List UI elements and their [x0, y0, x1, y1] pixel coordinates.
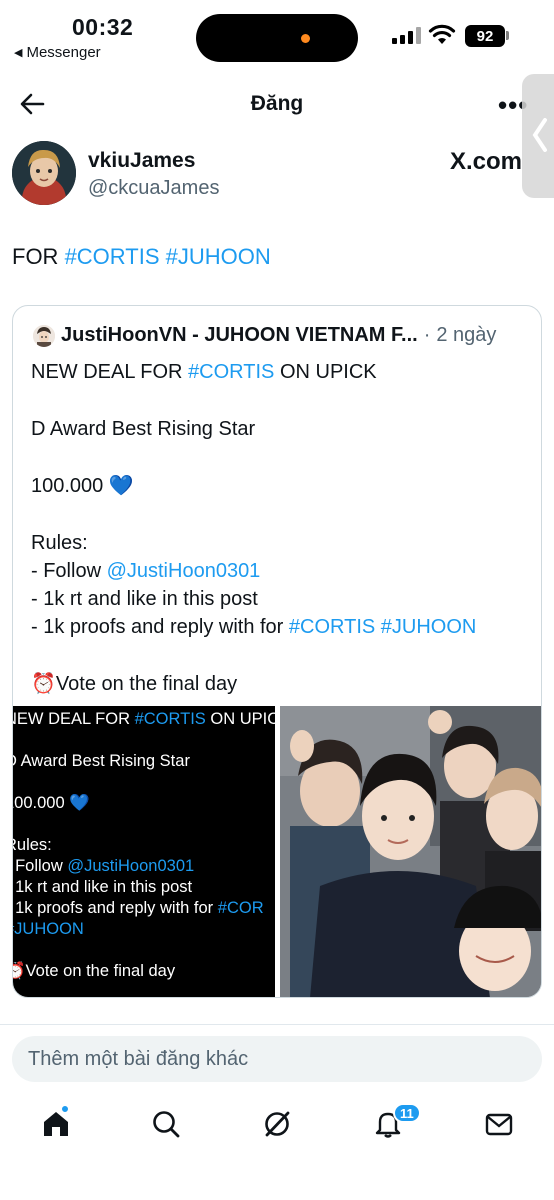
dynamic-island [196, 14, 358, 62]
messages-envelope-icon[interactable] [483, 1108, 515, 1140]
quoted-media-screenshot[interactable]: NEW DEAL FOR #CORTIS ON UPIC D Award Bes… [13, 706, 275, 997]
search-icon[interactable] [150, 1108, 182, 1140]
quoted-mention[interactable]: @JustiHoon0301 [107, 560, 261, 582]
home-icon[interactable] [40, 1108, 72, 1140]
quoted-separator: · [423, 324, 431, 346]
quoted-author-avatar [33, 324, 55, 347]
bottom-tab-bar [0, 1098, 554, 1158]
hashtag-cortis[interactable]: #CORTIS [65, 244, 160, 269]
notifications-badge: 11 [393, 1103, 421, 1123]
privacy-indicator-dot [301, 34, 310, 43]
battery-indicator: 92 [465, 25, 505, 47]
tweet-text-prefix: FOR [12, 244, 65, 269]
home-unread-dot [61, 1105, 69, 1113]
quoted-line-rules: Rules: [31, 532, 88, 554]
back-app-label: Messenger [26, 44, 101, 61]
add-post-box[interactable] [12, 1036, 542, 1082]
battery-level: 92 [476, 27, 494, 45]
bottom-divider [0, 1024, 554, 1025]
back-triangle-icon: ◀ [14, 47, 23, 59]
quoted-post-header: JustiHoonVN - JUHOON VIETNAM F... · 2 ng… [33, 324, 533, 347]
wifi-icon [428, 24, 456, 44]
status-time: 00:32 [72, 14, 134, 40]
add-post-input[interactable] [12, 1036, 542, 1082]
quoted-media-photo[interactable] [280, 706, 541, 997]
quoted-line-amount: 100.000 💙 [31, 475, 134, 497]
post-header: Đăng ••• [0, 76, 554, 132]
author-display-name[interactable]: vkiuJames [88, 149, 195, 173]
tweet-text: FOR #CORTIS #JUHOON [12, 244, 271, 270]
quoted-hashtag-cortis[interactable]: #CORTIS [188, 361, 274, 383]
quoted-vote-line: ⏰Vote on the final day [31, 673, 238, 695]
chevron-left-icon [532, 118, 547, 152]
quoted-author-name: JustiHoonVN - JUHOON VIETNAM F... [61, 324, 418, 346]
back-to-app-link[interactable]: ◀ Messenger [14, 44, 101, 61]
x-com-watermark: X.com [450, 148, 523, 175]
quoted-post-card[interactable]: JustiHoonVN - JUHOON VIETNAM F... · 2 ng… [12, 305, 542, 998]
quoted-timestamp: 2 ngày [436, 324, 497, 346]
quoted-hashtags[interactable]: #CORTIS #JUHOON [289, 616, 476, 638]
quoted-post-text: NEW DEAL FOR #CORTIS ON UPICK D Award Be… [31, 358, 536, 698]
side-panel-handle[interactable] [522, 74, 554, 198]
battery-cap [506, 31, 509, 40]
page-title: Đăng [250, 92, 304, 115]
author-avatar[interactable] [12, 141, 76, 205]
author-handle[interactable]: @ckcuaJames [88, 177, 219, 200]
status-bar: 00:32 ◀ Messenger 92 [0, 0, 554, 70]
grok-icon[interactable] [261, 1108, 293, 1140]
quoted-rule-2: - 1k rt and like in this post [31, 588, 258, 610]
quoted-line-award: D Award Best Rising Star [31, 418, 256, 440]
hashtag-juhoon[interactable]: #JUHOON [166, 244, 271, 269]
cellular-signal-icon [392, 26, 421, 44]
